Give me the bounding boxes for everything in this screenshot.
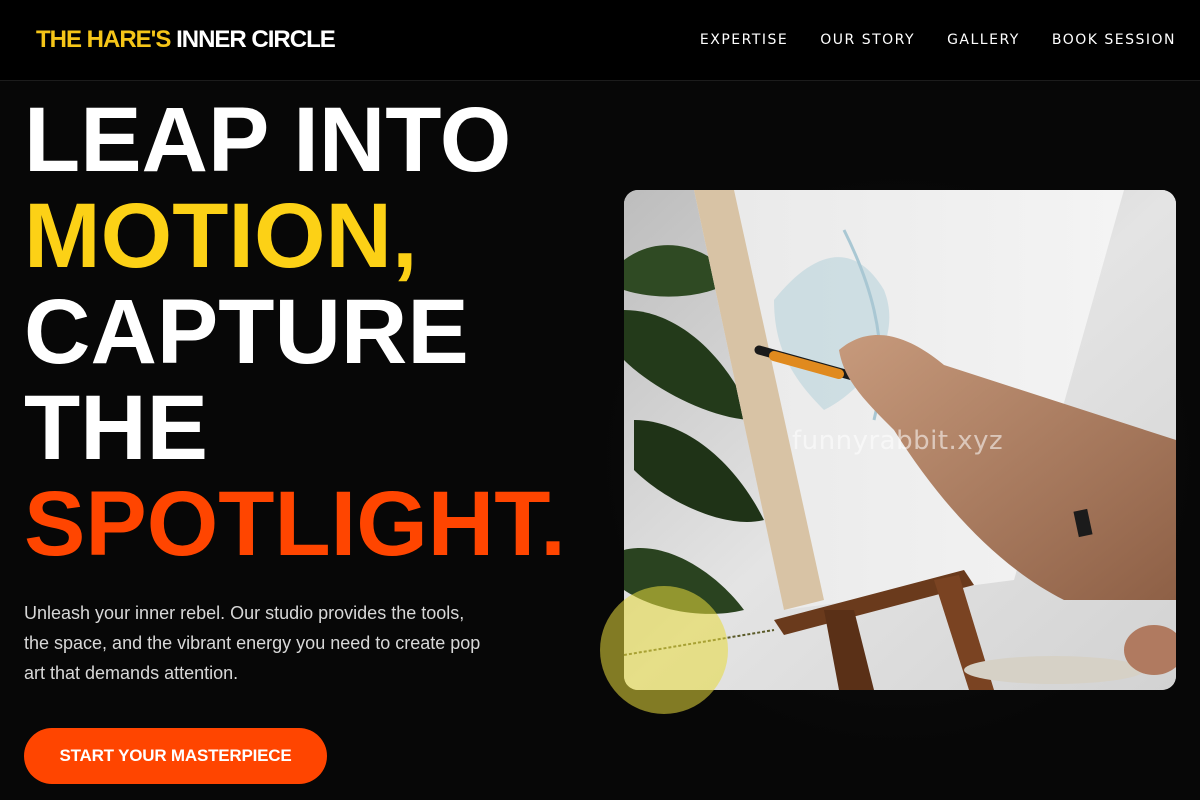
headline-line-1: LEAP INTO [24, 89, 512, 191]
nav-link-gallery[interactable]: GALLERY [947, 31, 1020, 49]
headline-line-4: THE [24, 377, 208, 479]
logo-text-primary: THE HARE'S [36, 26, 171, 53]
hero-headline: LEAP INTO MOTION, CAPTURE THE SPOTLIGHT. [24, 92, 566, 572]
nav-link-book-session[interactable]: BOOK SESSION [1052, 31, 1176, 49]
headline-line-5: SPOTLIGHT. [24, 473, 566, 575]
image-watermark: funnyrabbit.xyz [792, 426, 1004, 456]
headline-line-2: MOTION, [24, 185, 418, 287]
headline-line-3: CAPTURE [24, 281, 469, 383]
decorative-circle [600, 586, 728, 714]
logo-text-secondary: INNER CIRCLE [176, 26, 336, 53]
nav-link-our-story[interactable]: OUR STORY [820, 31, 915, 49]
site-logo[interactable]: THE HARE'S INNER CIRCLE [36, 26, 336, 54]
start-masterpiece-button[interactable]: START YOUR MASTERPIECE [24, 728, 327, 784]
nav-link-expertise[interactable]: EXPERTISE [700, 31, 788, 49]
hero-subtext: Unleash your inner rebel. Our studio pro… [24, 603, 481, 683]
site-header: THE HARE'S INNER CIRCLE EXPERTISE OUR ST… [0, 0, 1200, 81]
main-nav: EXPERTISE OUR STORY GALLERY BOOK SESSION [700, 31, 1176, 49]
